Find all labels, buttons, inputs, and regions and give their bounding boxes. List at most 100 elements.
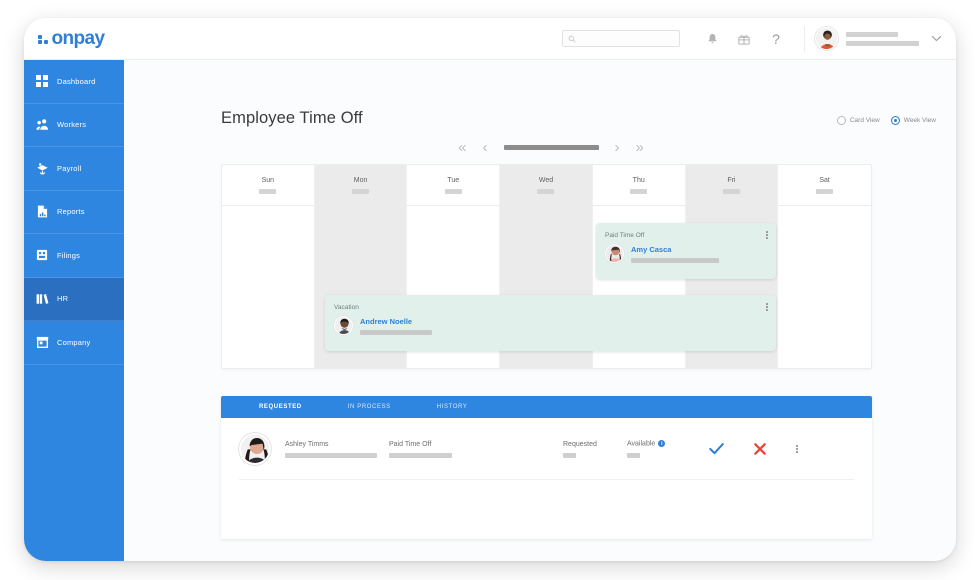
info-icon[interactable]: i xyxy=(658,440,666,448)
page-title: Employee Time Off xyxy=(221,109,363,127)
sidebar: Dashboard Workers Payroll Reports Filing xyxy=(24,60,124,561)
avatar xyxy=(605,244,624,263)
requests-tabs: REQUESTED IN PROCESS HISTORY xyxy=(221,396,872,418)
sidebar-item-hr[interactable]: HR xyxy=(24,277,124,321)
logo-text: onpay xyxy=(51,27,106,49)
event-employee: Andrew Noelle xyxy=(334,316,767,335)
chevron-down-icon[interactable] xyxy=(931,35,942,42)
money-icon xyxy=(35,161,49,175)
sidebar-item-reports[interactable]: Reports xyxy=(24,191,124,234)
grid-icon xyxy=(35,74,49,88)
first-week-button[interactable]: « xyxy=(458,140,466,155)
document-icon xyxy=(35,205,49,219)
radio-week-view[interactable]: Week View xyxy=(890,116,936,125)
event-employee-name[interactable]: Andrew Noelle xyxy=(360,317,767,326)
table-row[interactable]: Ashley Timms Paid Time Off Requested Ava… xyxy=(221,418,872,480)
avatar xyxy=(334,316,353,335)
event-detail-placeholder xyxy=(631,257,719,263)
deny-button[interactable] xyxy=(754,443,766,455)
day-header-sat: Sat xyxy=(778,165,871,205)
sidebar-item-label: Payroll xyxy=(57,163,82,173)
sidebar-item-label: HR xyxy=(57,294,69,304)
cell-requested: Requested xyxy=(563,441,627,458)
requested-value-placeholder xyxy=(563,452,576,458)
next-week-button[interactable]: › xyxy=(615,140,620,155)
last-week-button[interactable]: » xyxy=(636,140,644,155)
requests-panel: REQUESTED IN PROCESS HISTORY Ashley Timm… xyxy=(221,396,872,539)
available-text: Available xyxy=(627,440,656,448)
search-input[interactable] xyxy=(562,30,680,47)
kebab-menu-icon[interactable] xyxy=(796,444,798,454)
radio-card-view[interactable]: Card View xyxy=(836,116,880,125)
cell-employee: Ashley Timms xyxy=(285,441,389,458)
sidebar-item-label: Company xyxy=(57,337,91,347)
people-icon xyxy=(35,118,49,132)
browser-window: onpay ? Dashboard Workers Payroll Report… xyxy=(24,18,956,561)
store-icon xyxy=(35,335,49,349)
sidebar-item-label: Workers xyxy=(57,120,87,130)
cell-available: Available i xyxy=(627,440,691,458)
sidebar-item-label: Dashboard xyxy=(57,76,96,86)
employee-detail-placeholder xyxy=(285,452,377,458)
logo-dots-icon xyxy=(38,34,48,45)
view-toggle: Card View Week View xyxy=(836,116,936,125)
employee-name: Ashley Timms xyxy=(285,440,329,448)
main-content: Employee Time Off Card View Week View « … xyxy=(124,60,956,561)
date-placeholder xyxy=(816,188,834,194)
avatar xyxy=(239,433,271,465)
tab-history[interactable]: HISTORY xyxy=(437,404,468,410)
question-mark-icon[interactable]: ? xyxy=(765,28,787,50)
sidebar-item-dashboard[interactable]: Dashboard xyxy=(24,60,124,104)
type-detail-placeholder xyxy=(389,452,452,458)
date-placeholder xyxy=(444,188,462,194)
search-icon xyxy=(568,35,576,43)
event-employee-name[interactable]: Amy Casca xyxy=(631,245,767,254)
requested-label: Requested xyxy=(563,440,597,448)
sidebar-item-label: Filings xyxy=(57,250,81,260)
radio-label: Week View xyxy=(903,117,936,124)
calendar-header-row: Sun Mon Tue Wed Thu Fri Sat xyxy=(222,165,871,206)
event-detail-placeholder xyxy=(360,329,432,335)
bell-icon[interactable] xyxy=(701,28,723,50)
sidebar-item-payroll[interactable]: Payroll xyxy=(24,147,124,191)
top-bar-actions: ? xyxy=(562,18,956,59)
tab-requested[interactable]: REQUESTED xyxy=(259,404,302,410)
date-placeholder xyxy=(537,188,555,194)
top-bar: onpay ? xyxy=(24,18,956,60)
kebab-menu-icon[interactable] xyxy=(766,303,768,312)
day-name: Thu xyxy=(632,176,645,184)
sidebar-item-label: Reports xyxy=(57,207,85,217)
day-name: Fri xyxy=(727,176,736,184)
radio-label: Card View xyxy=(849,117,880,124)
day-header-fri: Fri xyxy=(685,165,779,205)
cell-type: Paid Time Off xyxy=(389,441,521,458)
week-calendar: Sun Mon Tue Wed Thu Fri Sat Paid Time Of… xyxy=(221,164,872,369)
gift-icon[interactable] xyxy=(733,28,755,50)
date-range-placeholder xyxy=(503,145,599,150)
day-header-thu: Thu xyxy=(593,165,686,205)
approve-button[interactable] xyxy=(709,443,724,455)
radio-indicator xyxy=(890,116,900,125)
sidebar-item-company[interactable]: Company xyxy=(24,321,124,365)
event-type-label: Paid Time Off xyxy=(605,232,645,239)
user-menu[interactable] xyxy=(815,27,956,50)
kebab-menu-icon[interactable] xyxy=(766,231,768,240)
user-name-placeholder xyxy=(846,31,919,46)
calendar-event[interactable]: Paid Time Off Amy Casca xyxy=(596,223,776,279)
date-placeholder xyxy=(722,188,740,194)
date-placeholder xyxy=(259,188,277,194)
week-navigation: « ‹ › » xyxy=(221,140,881,155)
onpay-logo[interactable]: onpay xyxy=(38,27,106,50)
sidebar-item-workers[interactable]: Workers xyxy=(24,104,124,147)
day-header-sun: Sun xyxy=(222,165,315,205)
sidebar-item-filings[interactable]: Filings xyxy=(24,234,124,278)
timeoff-type: Paid Time Off xyxy=(389,440,432,448)
day-name: Mon xyxy=(353,176,368,184)
event-employee: Amy Casca xyxy=(605,244,767,263)
date-placeholder xyxy=(630,188,648,194)
event-type-label: Vacation xyxy=(334,304,359,311)
header-divider xyxy=(804,25,805,52)
calendar-event[interactable]: Vacation Andrew Noelle xyxy=(325,295,776,351)
prev-week-button[interactable]: ‹ xyxy=(483,140,488,155)
tab-in-process[interactable]: IN PROCESS xyxy=(348,404,391,410)
